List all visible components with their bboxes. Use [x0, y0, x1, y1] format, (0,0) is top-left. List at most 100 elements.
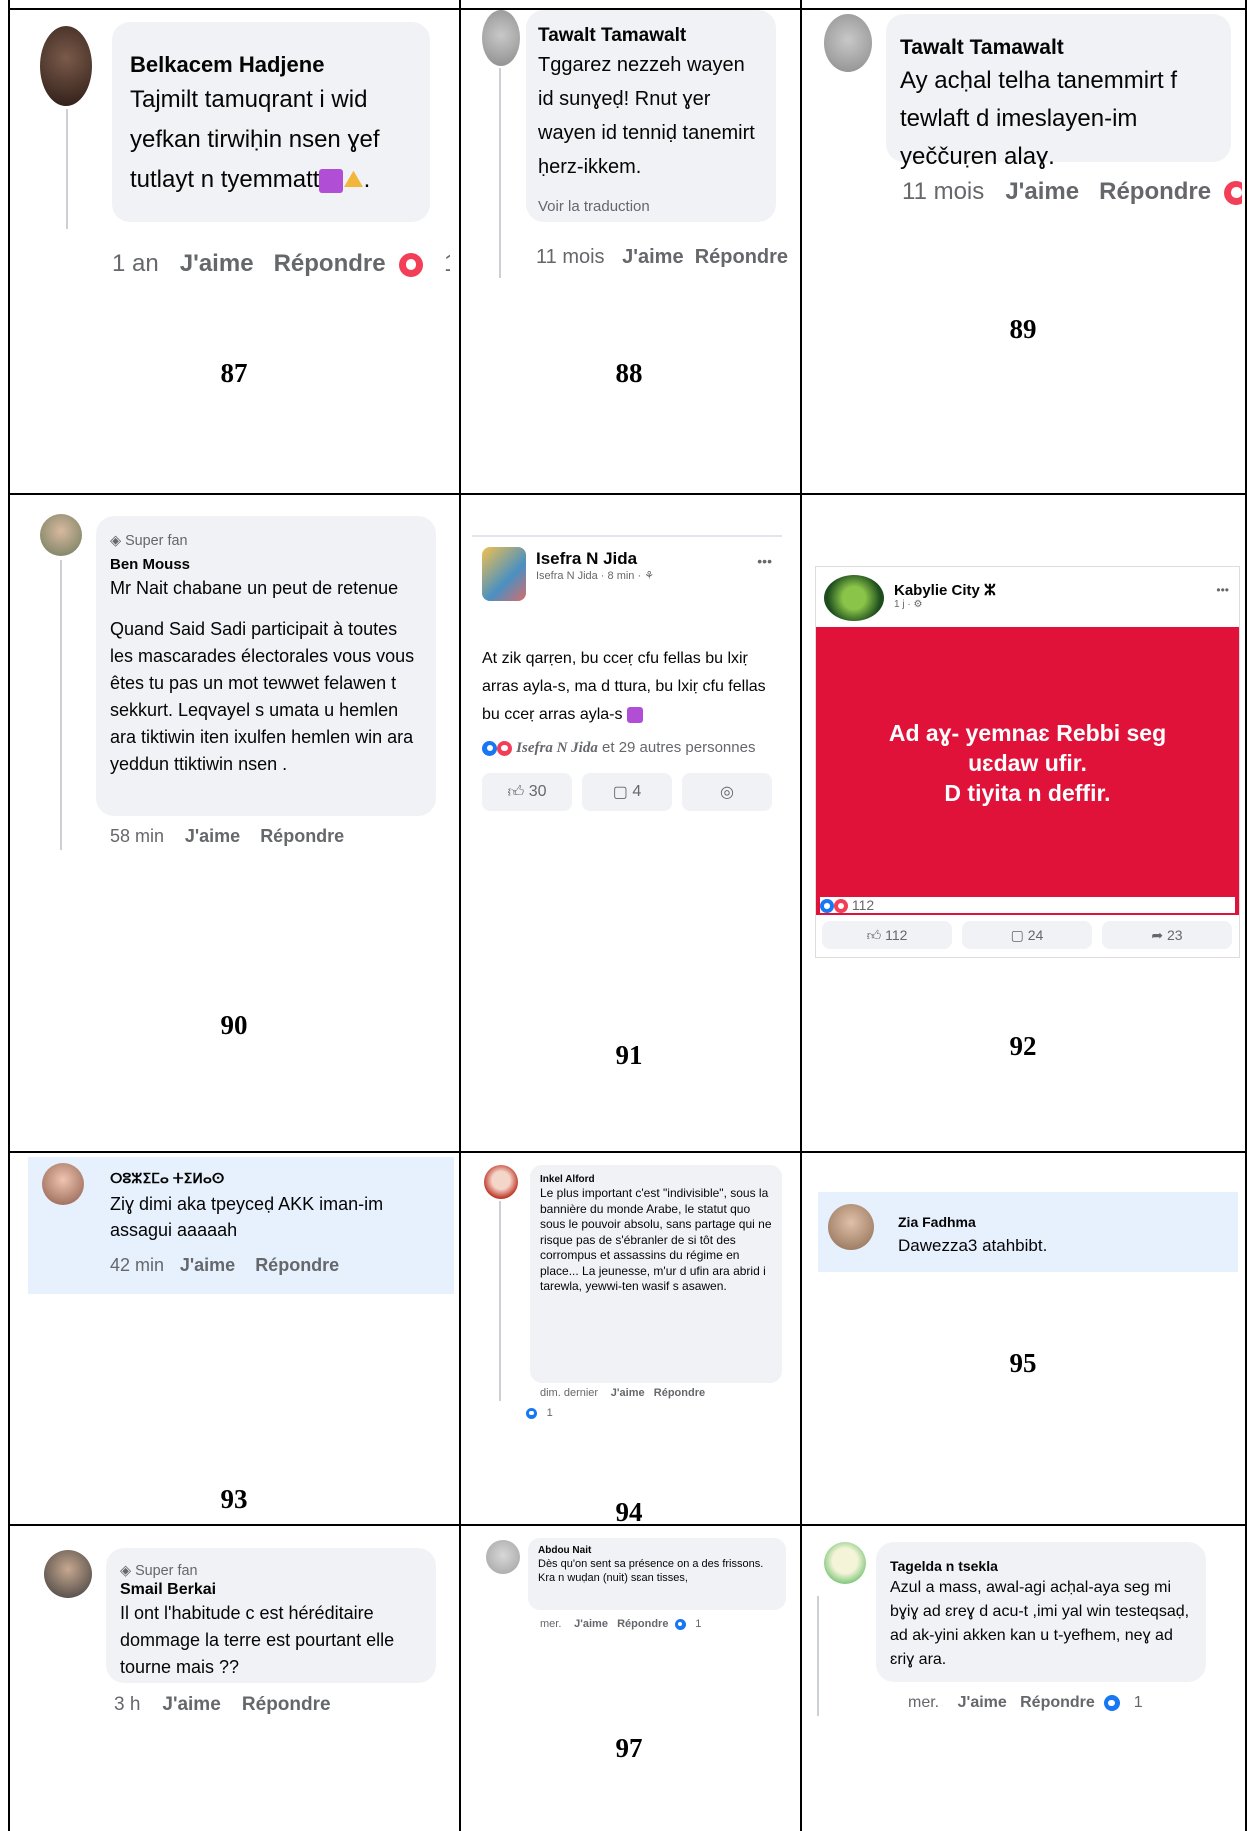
timestamp: 1 an [112, 250, 159, 277]
like-reaction-icon [820, 899, 834, 914]
author-name[interactable]: Belkacem Hadjene [130, 50, 412, 80]
author-name[interactable]: Abdou Nait [538, 1544, 776, 1557]
avatar[interactable] [824, 14, 872, 72]
more-options-icon[interactable]: ••• [757, 553, 772, 569]
avatar[interactable] [482, 547, 526, 601]
like-button[interactable]: J'aime [622, 246, 683, 268]
reaction-count: 1 [444, 250, 450, 277]
avatar[interactable] [824, 1542, 866, 1584]
like-button[interactable]: J'aime [1005, 178, 1079, 205]
comment-actions: mer. J'aime Répondre 1 [540, 1618, 708, 1630]
author-name[interactable]: Zia Fadhma [898, 1210, 1047, 1234]
like-button[interactable]: J'aime [185, 826, 240, 846]
figure-number-90: 90 [220, 1010, 248, 1040]
reply-button[interactable]: Répondre [1099, 178, 1211, 205]
share-button[interactable]: ➦ 23 [1102, 921, 1232, 949]
author-name[interactable]: Inkel Alford [540, 1173, 772, 1186]
like-button[interactable]: J'aime [611, 1387, 645, 1399]
reactor-name[interactable]: Isefra N Jida [516, 740, 598, 756]
reply-button[interactable]: Répondre [654, 1387, 705, 1399]
author-name[interactable]: Tawalt Tamawalt [900, 34, 1217, 62]
reaction-count: 1 [546, 1407, 553, 1419]
comment-text: Ziɣ dimi aka tpeyceḍ AKK iman-im assagui… [110, 1194, 384, 1240]
thread-line [499, 1201, 501, 1401]
timestamp: mer. [908, 1694, 940, 1711]
reply-button[interactable]: Répondre [695, 246, 788, 268]
praying-hands-icon: ⛰ [343, 166, 364, 193]
thumbs-up-icon: 👍︎ [507, 783, 525, 801]
comment-text: Azul a mass, awal-agi acḥal-aya seg mi b… [890, 1579, 1190, 1668]
page-name[interactable]: Kabylie City ⵣ [894, 581, 996, 599]
screenshot-97: Abdou Nait Dès qu'on sent sa présence on… [480, 1536, 792, 1646]
post-actions: 👍︎ 112 ▢ 24 ➦ 23 [822, 921, 1232, 949]
timestamp: 42 min [110, 1255, 165, 1275]
avatar[interactable] [482, 10, 520, 66]
like-reaction-icon [674, 1618, 686, 1630]
reply-button[interactable]: Répondre [1020, 1694, 1095, 1711]
reaction-count-row: 1 [526, 1407, 559, 1419]
comment-button[interactable]: ▢ 4 [582, 773, 672, 811]
diamond-icon: ◈ [110, 533, 122, 549]
author-name[interactable]: Ben Mouss [110, 555, 422, 575]
reply-button[interactable]: Répondre [260, 826, 344, 846]
page-name[interactable]: Isefra N Jida [536, 549, 654, 569]
figure-number-87: 87 [220, 358, 248, 388]
like-button[interactable]: 👍︎ 112 [822, 921, 952, 949]
timestamp: 3 h [114, 1694, 141, 1715]
grid-row-divider-1 [8, 493, 1246, 495]
see-translation-link[interactable]: Voir la traduction [538, 190, 764, 224]
red-banner-image: Ad aɣ- yemnaɛ Rebbi seg uɛdaw ufir. D ti… [816, 627, 1239, 915]
avatar[interactable] [824, 575, 884, 621]
avatar[interactable] [44, 1550, 92, 1598]
reply-button[interactable]: Répondre [255, 1255, 339, 1275]
post-header: Isefra N Jida Isefra N Jida · 8 min · ⚘ [536, 549, 654, 582]
like-button[interactable]: 👍︎ 30 [482, 773, 572, 811]
comment-text-line-1: Mr Nait chabane un peut de retenue [110, 578, 399, 598]
reply-button[interactable]: Répondre [242, 1694, 331, 1715]
reaction-count: 1 [1133, 1694, 1143, 1711]
like-button[interactable]: J'aime [574, 1618, 608, 1630]
comment-actions: 11 mois J'aime Répondre 1 [902, 178, 1242, 206]
comment-actions: 42 min J'aime Répondre [110, 1255, 339, 1276]
comment-icon: ▢ [1010, 926, 1024, 943]
banner-line-3: D tiyita n deffir. [944, 780, 1111, 806]
messenger-button[interactable]: ◎ [682, 773, 772, 811]
avatar[interactable] [484, 1165, 518, 1199]
comment-text: Tggarez nezzeh wayen id sunɣeḍ! Rnut ɣer… [538, 54, 755, 178]
figure-number-95: 95 [1009, 1348, 1037, 1378]
reply-button[interactable]: Répondre [274, 250, 386, 277]
timestamp: 58 min [110, 826, 165, 846]
reply-button[interactable]: Répondre [617, 1618, 668, 1630]
like-button[interactable]: J'aime [180, 250, 254, 277]
comment-button[interactable]: ▢ 24 [962, 921, 1092, 949]
reaction-count: 1 [695, 1618, 702, 1630]
author-name[interactable]: Tagelda n tsekla [890, 1556, 1192, 1576]
author-name[interactable]: Smail Berkai [120, 1580, 422, 1600]
screenshot-96: ◈ Super fan Smail Berkai Il ont l'habitu… [30, 1538, 450, 1738]
avatar[interactable] [42, 1163, 84, 1205]
comment-body: Zia Fadhma Dawezza3 atahbibt. [898, 1210, 1047, 1258]
grid-col-divider-1 [459, 0, 461, 1831]
timestamp: 11 mois [536, 246, 605, 268]
avatar[interactable] [40, 26, 92, 106]
messenger-icon: ◎ [720, 784, 734, 801]
comment-body: ⵔⵓⵣⵉⵎⴰ ⵜⵉⵍⴰⵙ Ziɣ dimi aka tpeyceḍ AKK im… [110, 1165, 440, 1243]
figure-number-91: 91 [615, 1040, 643, 1070]
grid-row-divider-2 [8, 1151, 1246, 1153]
like-button[interactable]: J'aime [958, 1694, 1007, 1711]
avatar[interactable] [40, 514, 82, 556]
thumbs-up-icon: 👍︎ [866, 926, 882, 943]
timestamp: 11 mois [902, 178, 985, 205]
avatar[interactable] [486, 1540, 520, 1574]
like-button[interactable]: J'aime [180, 1255, 235, 1275]
comment-bubble: Tawalt Tamawalt Ay acḥal telha tanemmirt… [886, 14, 1231, 170]
more-options-icon[interactable]: ••• [1216, 583, 1229, 597]
like-button[interactable]: J'aime [162, 1694, 220, 1715]
author-name[interactable]: Tawalt Tamawalt [538, 24, 764, 48]
like-reaction-icon [482, 740, 497, 756]
author-name[interactable]: ⵔⵓⵣⵉⵎⴰ ⵜⵉⵍⴰⵙ [110, 1165, 440, 1191]
avatar[interactable] [828, 1204, 874, 1250]
comment-actions: 11 mois J'aime Répondre 1 [536, 246, 791, 269]
grid-right-border [1245, 0, 1247, 1831]
screenshot-88: Tawalt Tamawalt Tggarez nezzeh wayen id … [466, 10, 791, 288]
